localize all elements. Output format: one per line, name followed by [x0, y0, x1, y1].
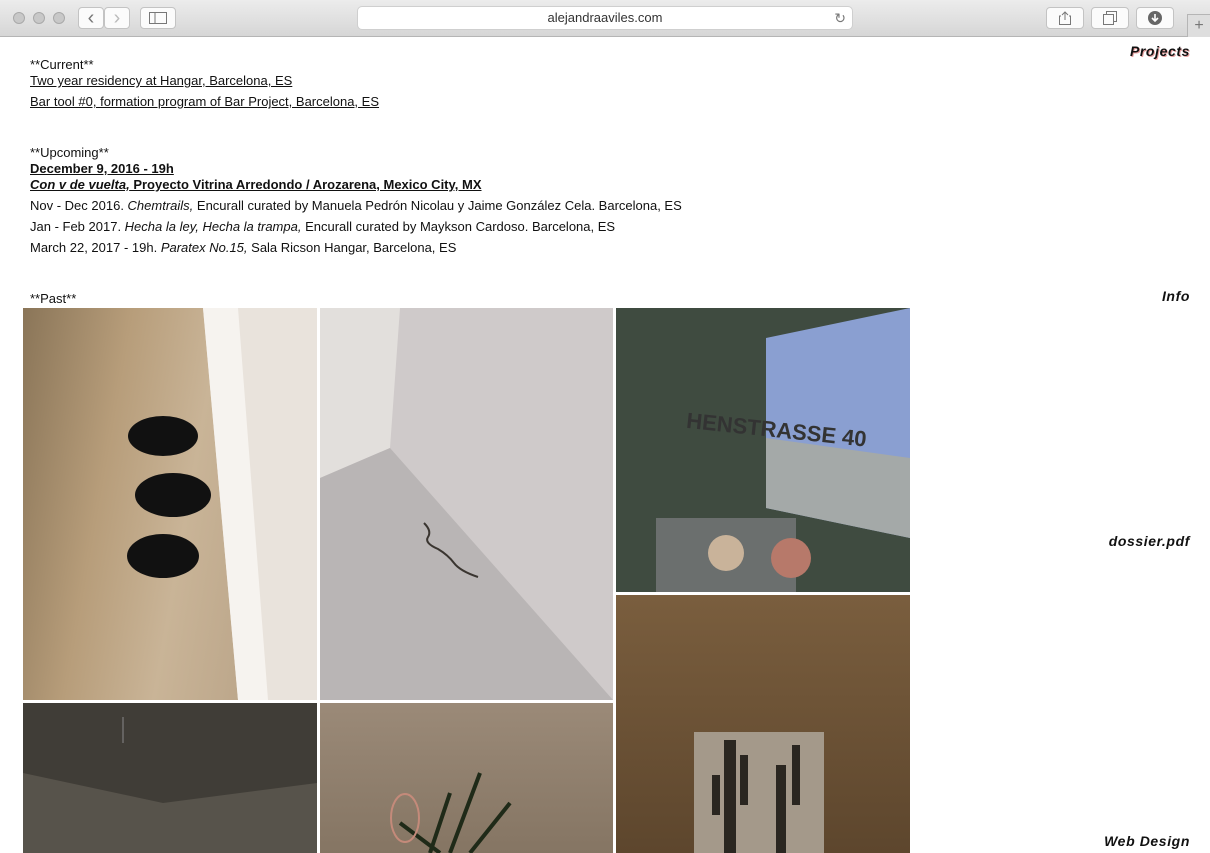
plus-icon: + [1194, 17, 1204, 34]
photo-content [694, 732, 824, 853]
current-heading: **Current** [30, 57, 94, 72]
photo-content [320, 308, 613, 700]
nav-web-design[interactable]: Web Design [1104, 833, 1190, 849]
chevron-left-icon: ‹ [87, 7, 95, 29]
photo-content [23, 703, 317, 853]
upcoming-item: Nov - Dec 2016. Chemtrails, Encurall cur… [30, 198, 682, 214]
share-button[interactable] [1046, 7, 1084, 29]
tabs-overview-button[interactable] [1091, 7, 1129, 29]
back-button[interactable]: ‹ [78, 7, 104, 29]
exhibitions-list: **Current** Two year residency at Hangar… [30, 57, 682, 307]
item-title: Paratex No.15, [160, 240, 248, 255]
upcoming-heading: **Upcoming** [30, 145, 109, 160]
zoom-window-button[interactable] [53, 12, 65, 24]
item-date: Jan - Feb 2017. [30, 219, 125, 234]
downloads-button[interactable] [1136, 7, 1174, 29]
photo-content [127, 308, 317, 700]
item-date: Nov - Dec 2016. [30, 198, 128, 213]
photo-cactus-print[interactable] [616, 595, 910, 853]
featured-title: Con v de vuelta, [30, 177, 130, 192]
tabs-icon [1103, 11, 1117, 25]
address-bar[interactable]: alejandraaviles.com ↻ [357, 6, 853, 30]
featured-exhibition[interactable]: Con v de vuelta, Proyecto Vitrina Arredo… [30, 177, 682, 193]
chevron-right-icon: › [113, 7, 121, 29]
item-details: Encurall curated by Maykson Cardoso. Bar… [301, 219, 616, 234]
nav-projects[interactable]: Projects [1130, 43, 1190, 59]
photo-wall-sculptures[interactable] [23, 308, 317, 700]
forward-button[interactable]: › [104, 7, 130, 29]
sidebar-toggle-button[interactable] [140, 7, 176, 29]
nav-info[interactable]: Info [1162, 288, 1190, 304]
item-title: Hecha la ley, Hecha la trampa, [124, 219, 302, 234]
share-icon [1059, 11, 1071, 25]
past-heading: **Past** [30, 291, 77, 306]
close-window-button[interactable] [13, 12, 25, 24]
item-details: Encurall curated by Manuela Pedrón Nicol… [193, 198, 682, 213]
reload-icon[interactable]: ↻ [834, 7, 846, 29]
browser-toolbar: ‹ › alejandraaviles.com ↻ + [0, 0, 1210, 37]
photo-window-reflection[interactable]: HENSTRASSE 40 [616, 308, 910, 592]
url-text: alejandraaviles.com [547, 10, 663, 25]
new-tab-button[interactable]: + [1187, 14, 1210, 37]
upcoming-item: March 22, 2017 - 19h. Paratex No.15, Sal… [30, 240, 682, 256]
item-date: March 22, 2017 - 19h. [30, 240, 161, 255]
item-details: Sala Ricson Hangar, Barcelona, ES [247, 240, 457, 255]
item-title: Chemtrails, [127, 198, 194, 213]
photo-content: HENSTRASSE 40 [616, 308, 910, 592]
upcoming-item: Jan - Feb 2017. Hecha la ley, Hecha la t… [30, 219, 682, 235]
sidebar-icon [149, 12, 167, 24]
featured-date[interactable]: December 9, 2016 - 19h [30, 161, 682, 177]
photo-room-corner[interactable] [23, 703, 317, 853]
photo-plant[interactable] [320, 703, 613, 853]
minimize-window-button[interactable] [33, 12, 45, 24]
download-icon [1148, 11, 1162, 25]
nav-dossier-pdf[interactable]: dossier.pdf [1109, 533, 1190, 549]
current-item[interactable]: Bar tool #0, formation program of Bar Pr… [30, 94, 682, 110]
current-item[interactable]: Two year residency at Hangar, Barcelona,… [30, 73, 682, 89]
photo-content [390, 772, 512, 853]
photo-floor-corner[interactable] [320, 308, 613, 700]
featured-details: Proyecto Vitrina Arredondo / Arozarena, … [129, 177, 482, 192]
